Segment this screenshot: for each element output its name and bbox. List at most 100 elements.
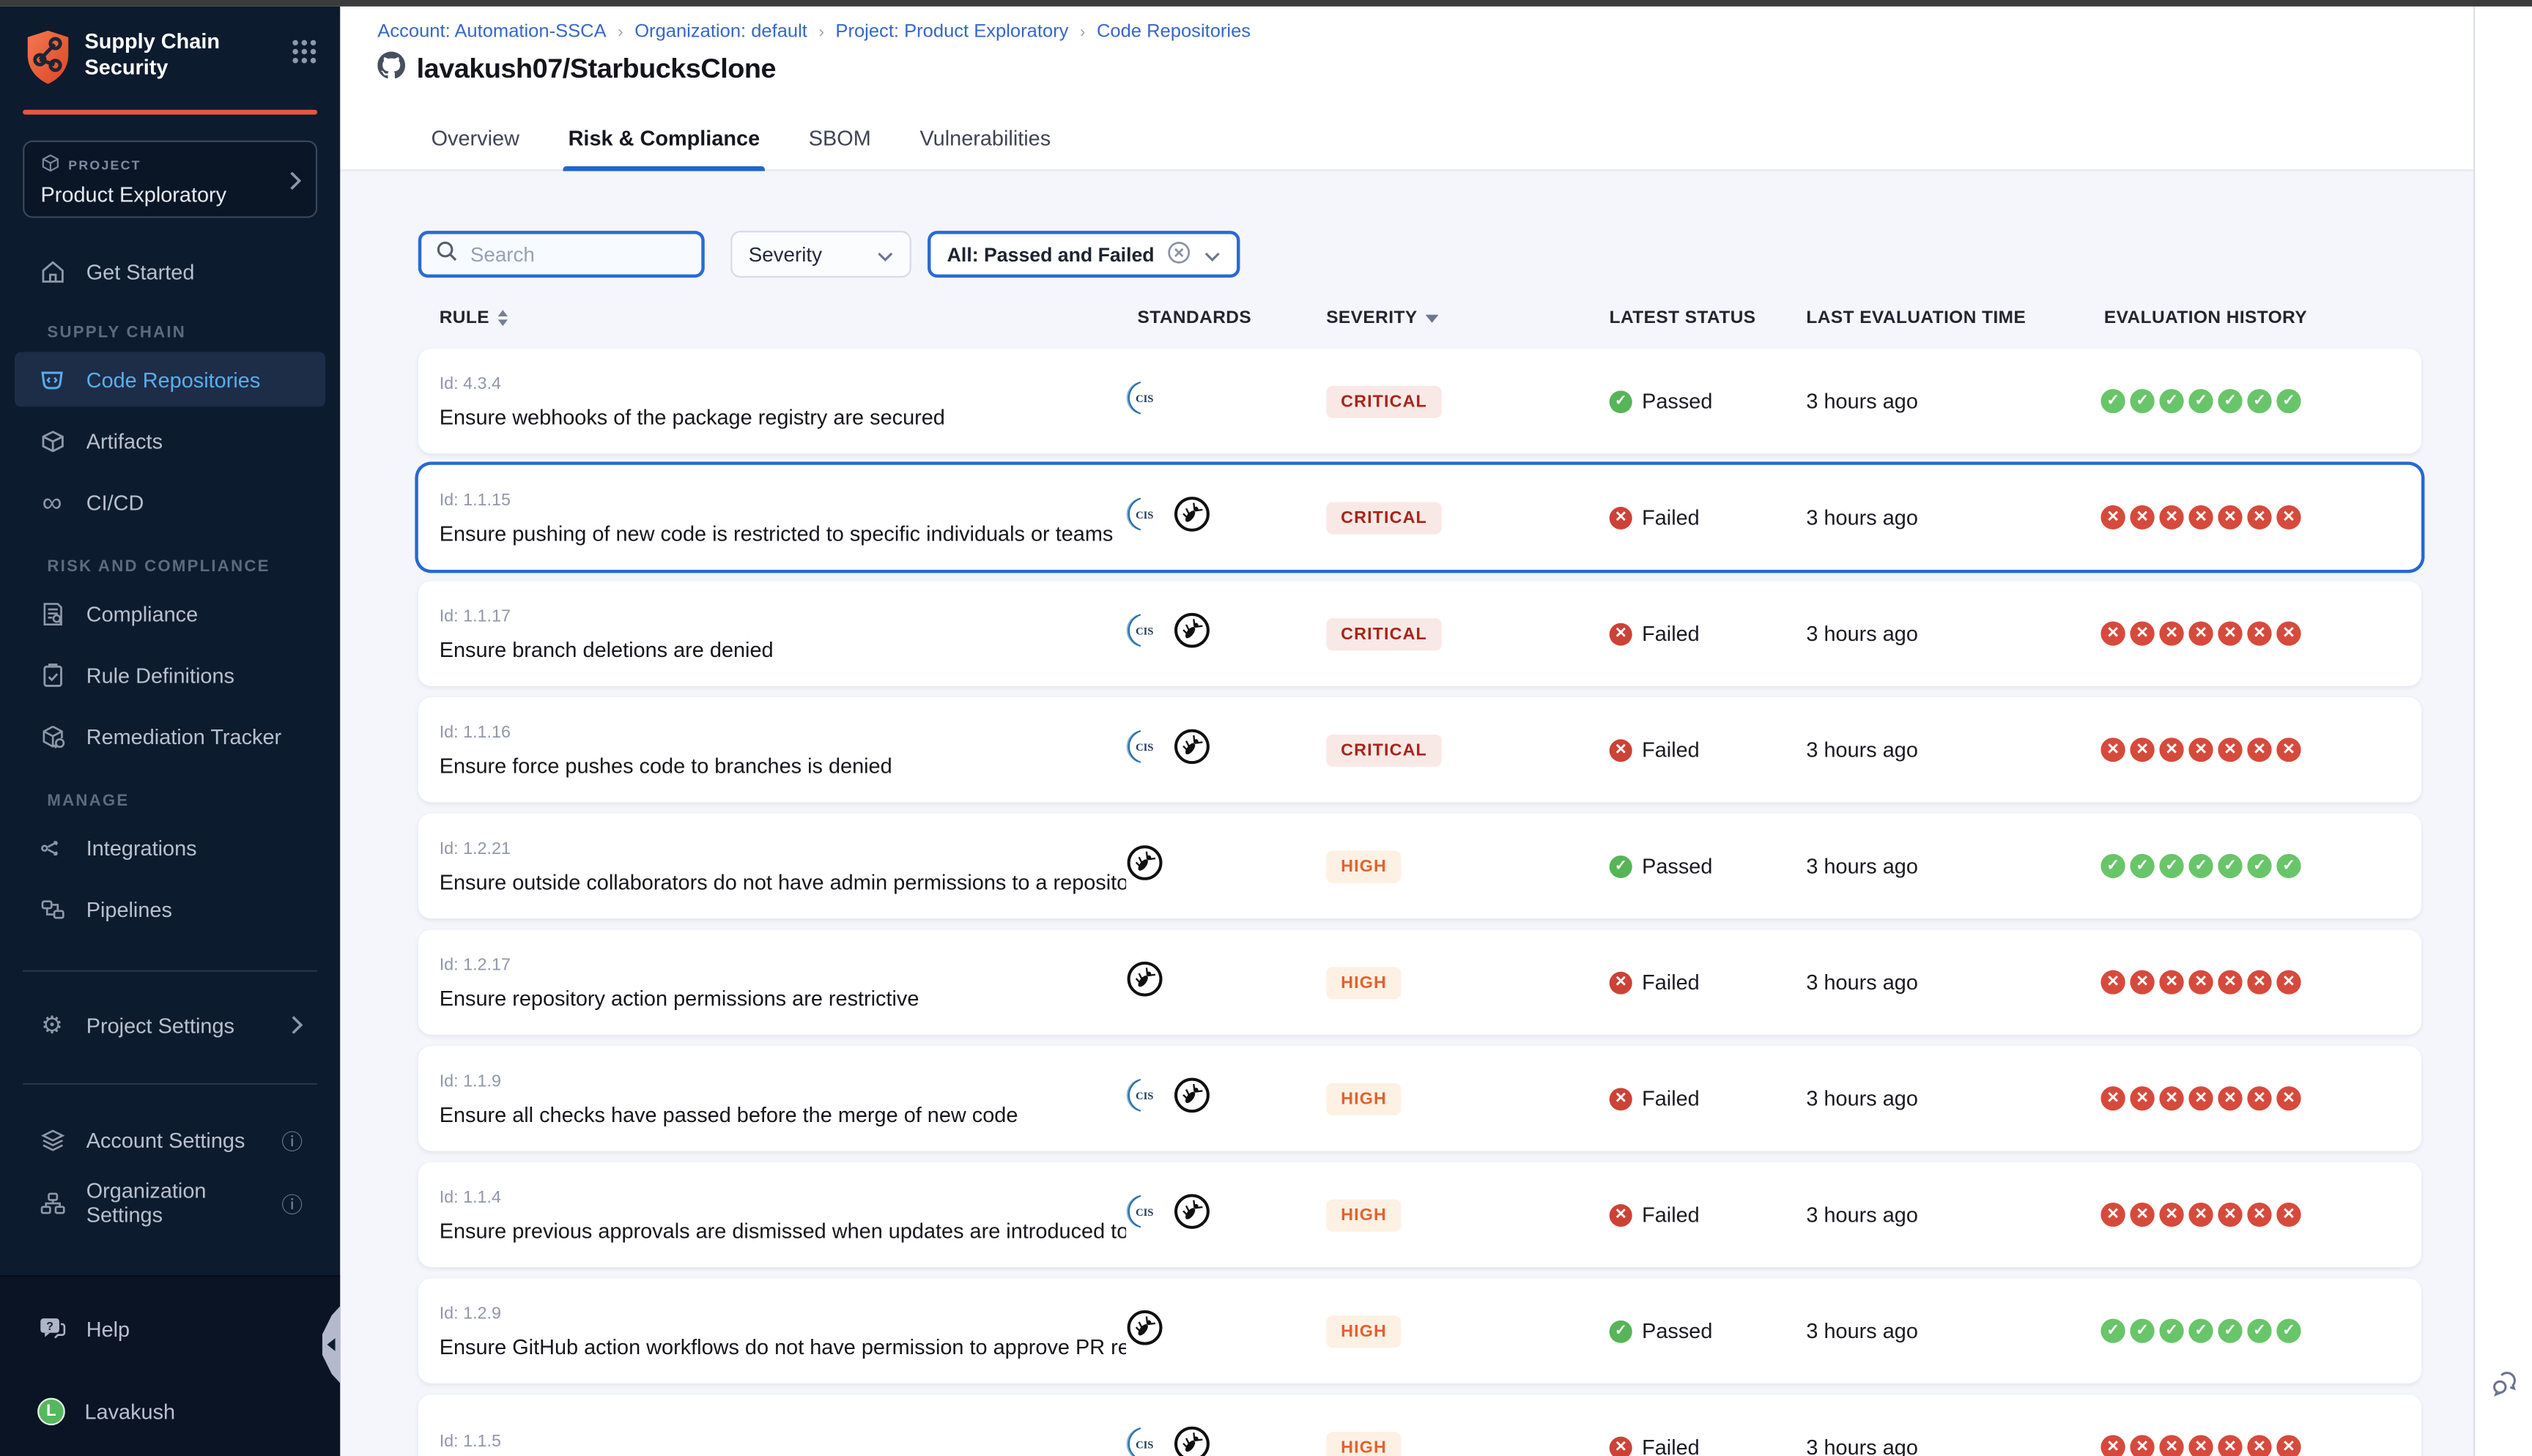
history-fail-icon: ✕ xyxy=(2188,1435,2213,1456)
severity-badge: HIGH xyxy=(1326,966,1402,998)
rule-cell: Id: 1.1.17 Ensure branch deletions are d… xyxy=(440,606,1126,661)
tab-sbom[interactable]: SBOM xyxy=(804,106,876,169)
sidebar-item-integrations[interactable]: Integrations xyxy=(15,820,325,875)
rule-cell: Id: 4.3.4 Ensure webhooks of the package… xyxy=(440,374,1126,428)
history-fail-icon: ✕ xyxy=(2130,970,2154,995)
last-evaluation-time: 3 hours ago xyxy=(1806,505,2100,530)
last-evaluation-time: 3 hours ago xyxy=(1806,1203,2100,1227)
history-pass-icon: ✓ xyxy=(2218,854,2242,878)
project-selector[interactable]: PROJECT Product Exploratory xyxy=(23,141,317,218)
section-supply-chain: SUPPLY CHAIN xyxy=(47,324,340,342)
severity-badge: HIGH xyxy=(1326,1082,1402,1115)
tab-overview[interactable]: Overview xyxy=(426,106,525,169)
breadcrumb-separator: › xyxy=(818,23,823,41)
page-title: lavakush07/StarbucksClone xyxy=(417,53,776,86)
breadcrumb-code-repositories[interactable]: Code Repositories xyxy=(1097,23,1251,42)
table-row[interactable]: Id: 1.2.17 Ensure repository action perm… xyxy=(418,930,2421,1035)
evaluation-history: ✕✕✕✕✕✕✕ xyxy=(2100,1435,2421,1456)
status-label: Passed xyxy=(1642,389,1712,413)
history-fail-icon: ✕ xyxy=(2247,622,2271,646)
app-grid-icon[interactable] xyxy=(292,39,318,73)
pipelines-icon xyxy=(37,894,67,924)
support-chat-icon[interactable] xyxy=(2488,1367,2520,1408)
status-filter-dropdown[interactable]: All: Passed and Failed xyxy=(928,231,1240,278)
history-pass-icon: ✓ xyxy=(2100,389,2125,413)
rule-id: Id: 1.2.9 xyxy=(440,1304,1126,1323)
breadcrumb-project[interactable]: Project: Product Exploratory xyxy=(835,23,1068,42)
table-row[interactable]: Id: 1.1.16 Ensure force pushes code to b… xyxy=(418,697,2421,802)
history-pass-icon: ✓ xyxy=(2188,854,2213,878)
table-row[interactable]: Id: 1.2.9 Ensure GitHub action workflows… xyxy=(418,1279,2421,1383)
table-row[interactable]: Id: 4.3.4 Ensure webhooks of the package… xyxy=(418,349,2421,453)
search-input[interactable] xyxy=(467,241,686,267)
rule-cell: Id: 1.2.9 Ensure GitHub action workflows… xyxy=(440,1304,1126,1359)
sidebar-item-project-settings[interactable]: ⚙ Project Settings xyxy=(15,998,325,1052)
sidebar-item-organization-settings[interactable]: Organization Settings ⓘ xyxy=(15,1175,325,1230)
history-fail-icon: ✕ xyxy=(2100,970,2125,995)
history-pass-icon: ✓ xyxy=(2218,1319,2242,1343)
rule-cell: Id: 1.1.15 Ensure pushing of new code is… xyxy=(440,490,1126,545)
latest-status: ✕ Failed xyxy=(1610,505,1807,530)
column-header-severity[interactable]: SEVERITY xyxy=(1326,308,1609,327)
history-fail-icon: ✕ xyxy=(2188,505,2213,530)
tab-risk-compliance[interactable]: Risk & Compliance xyxy=(563,106,765,169)
owasp-badge-icon xyxy=(1173,495,1210,541)
sidebar-item-pipelines[interactable]: Pipelines xyxy=(15,881,325,936)
breadcrumb-account[interactable]: Account: Automation-SSCA xyxy=(377,23,606,42)
history-fail-icon: ✕ xyxy=(2247,505,2271,530)
history-pass-icon: ✓ xyxy=(2130,854,2154,878)
latest-status: ✕ Failed xyxy=(1610,1435,1807,1456)
sidebar-item-artifacts[interactable]: Artifacts xyxy=(15,413,325,468)
standards-cell: CIS xyxy=(1126,844,1326,889)
sidebar-item-account-settings[interactable]: Account Settings ⓘ xyxy=(15,1113,325,1167)
evaluation-history: ✓✓✓✓✓✓✓ xyxy=(2100,389,2421,413)
column-header-standards: STANDARDS xyxy=(1126,308,1326,327)
table-row[interactable]: Id: 1.1.5 CIS xyxy=(418,1394,2421,1456)
table-row[interactable]: Id: 1.1.17 Ensure branch deletions are d… xyxy=(418,581,2421,686)
sidebar-item-remediation-tracker[interactable]: Remediation Tracker xyxy=(15,709,325,764)
history-fail-icon: ✕ xyxy=(2276,622,2300,646)
table-row[interactable]: Id: 1.2.21 Ensure outside collaborators … xyxy=(418,814,2421,918)
sidebar-divider xyxy=(23,970,317,972)
column-header-last-evaluation-time: LAST EVALUATION TIME xyxy=(1806,308,2100,327)
tab-vulnerabilities[interactable]: Vulnerabilities xyxy=(915,106,1056,169)
sidebar-item-get-started[interactable]: Get Started xyxy=(15,244,325,299)
sidebar-item-compliance[interactable]: Compliance xyxy=(15,586,325,641)
clear-filter-icon[interactable] xyxy=(1167,239,1191,269)
table-row[interactable]: Id: 1.1.4 Ensure previous approvals are … xyxy=(418,1162,2421,1267)
user-menu[interactable]: L Lavakush xyxy=(15,1383,325,1438)
sidebar-item-rule-definitions[interactable]: Rule Definitions xyxy=(15,647,325,702)
sidebar-item-help[interactable]: ? Help xyxy=(15,1301,325,1356)
history-fail-icon: ✕ xyxy=(2159,622,2183,646)
history-fail-icon: ✕ xyxy=(2130,622,2154,646)
artifacts-box-icon xyxy=(37,426,67,456)
history-fail-icon: ✕ xyxy=(2276,1086,2300,1110)
browser-top-strip xyxy=(0,0,2532,7)
cis-badge-icon: CIS xyxy=(1126,729,1160,770)
cis-badge-icon: CIS xyxy=(1126,1077,1160,1119)
sidebar-item-cicd[interactable]: ∞ CI/CD xyxy=(15,475,325,530)
table-row[interactable]: Id: 1.1.9 Ensure all checks have passed … xyxy=(418,1046,2421,1151)
history-fail-icon: ✕ xyxy=(2276,970,2300,995)
column-header-evaluation-history: EVALUATION HISTORY xyxy=(2100,308,2421,327)
breadcrumb-organization[interactable]: Organization: default xyxy=(634,23,807,42)
standards-cell: CIS xyxy=(1126,495,1326,541)
breadcrumb: Account: Automation-SSCA › Organization:… xyxy=(377,23,2473,42)
history-fail-icon: ✕ xyxy=(2218,970,2242,995)
owasp-badge-icon xyxy=(1173,727,1210,773)
table-row[interactable]: Id: 1.1.15 Ensure pushing of new code is… xyxy=(418,465,2421,570)
evaluation-history: ✕✕✕✕✕✕✕ xyxy=(2100,1086,2421,1110)
history-pass-icon: ✓ xyxy=(2276,1319,2300,1343)
sort-icon[interactable] xyxy=(497,310,507,326)
risk-compliance-content: Severity All: Passed and Failed xyxy=(340,171,2473,1456)
info-icon[interactable]: ⓘ xyxy=(281,1124,303,1155)
svg-text:CIS: CIS xyxy=(1136,741,1153,753)
tabs: Overview Risk & Compliance SBOM Vulnerab… xyxy=(340,106,2473,171)
sidebar-item-code-repositories[interactable]: Code Repositories xyxy=(15,352,325,406)
chevron-right-icon xyxy=(289,169,301,198)
last-evaluation-time: 3 hours ago xyxy=(1806,738,2100,762)
severity-filter-dropdown[interactable]: Severity xyxy=(730,231,911,278)
column-header-rule[interactable]: RULE xyxy=(440,308,1126,327)
status-icon: ✓ xyxy=(1610,390,1632,412)
info-icon[interactable]: ⓘ xyxy=(281,1187,303,1218)
